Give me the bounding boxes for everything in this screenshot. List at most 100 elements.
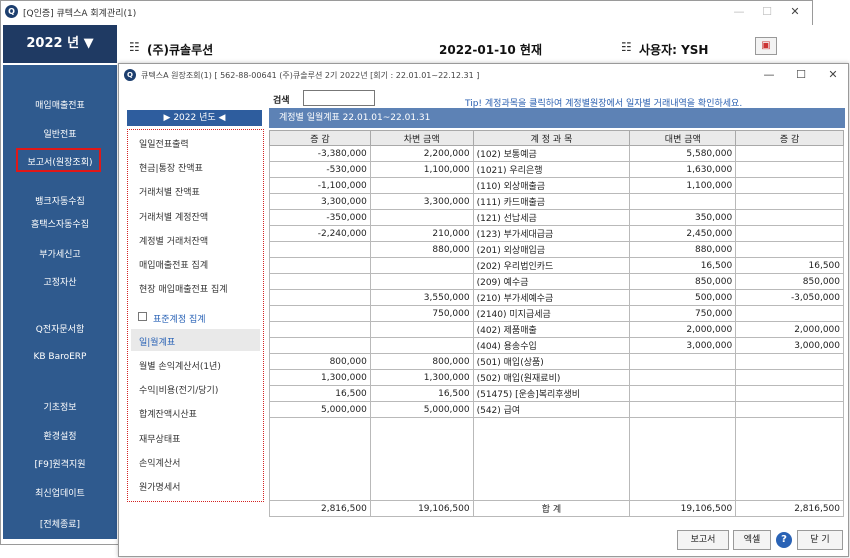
- year-selector[interactable]: 2022 년 ▼: [3, 25, 117, 63]
- table-row[interactable]: (404) 용송수입 3,000,000 3,000,000: [269, 337, 844, 354]
- sidebar-item-basic-info[interactable]: 기초정보: [3, 400, 117, 413]
- empty-cell: [629, 417, 737, 501]
- minimize-icon[interactable]: —: [729, 4, 749, 20]
- table-cell: [369, 209, 474, 226]
- table-row[interactable]: 5,000,000 5,000,000 (542) 급여: [269, 401, 844, 418]
- sidebar-item-hometax-collect[interactable]: 홈택스자동수집: [3, 217, 117, 230]
- close-icon[interactable]: ✕: [823, 67, 843, 83]
- menu-item-income-statement[interactable]: 손익계산서: [139, 456, 180, 469]
- table-row[interactable]: 3,550,000 (210) 부가세예수금 500,000 -3,050,000: [269, 289, 844, 306]
- table-cell[interactable]: (402) 제품매출: [472, 321, 631, 338]
- table-row[interactable]: 3,300,000 3,300,000 (111) 카드매출금: [269, 193, 844, 210]
- table-cell[interactable]: (121) 선납세금: [472, 209, 631, 226]
- menu-item-daily-slip[interactable]: 일일전표출력: [139, 137, 189, 150]
- table-cell[interactable]: (123) 부가세대급금: [472, 225, 631, 242]
- fiscal-year-nav[interactable]: ▶ 2022 년도 ◀: [127, 110, 262, 126]
- table-cell[interactable]: (51475) [운송]복리후생비: [472, 385, 631, 402]
- menu-item-account-vendor[interactable]: 계정별 거래처잔액: [139, 234, 208, 247]
- table-cell: 210,000: [369, 225, 474, 242]
- table-row[interactable]: 1,300,000 1,300,000 (502) 매입(원재료비): [269, 369, 844, 386]
- sidebar-item-update[interactable]: 최신업데이트: [3, 486, 117, 499]
- standard-account-checkbox[interactable]: [138, 312, 147, 321]
- menu-item-standard-account[interactable]: 표준계정 집계: [153, 312, 206, 325]
- table-cell: [369, 177, 474, 194]
- table-row[interactable]: -530,000 1,100,000 (1021) 우리은행 1,630,000: [269, 161, 844, 178]
- menu-item-balance-sheet[interactable]: 재무상태표: [139, 432, 180, 445]
- sidebar-item-kb-baroerp[interactable]: KB BaroERP: [3, 352, 117, 362]
- close-button[interactable]: 닫 기: [797, 530, 843, 550]
- menu-item-cash-balance[interactable]: 현금|통장 잔액표: [139, 161, 203, 174]
- excel-button[interactable]: 엑셀: [733, 530, 771, 550]
- table-cell[interactable]: (111) 카드매출금: [472, 193, 631, 210]
- table-cell: [629, 401, 737, 418]
- menu-item-vendor-account[interactable]: 거래처별 계정잔액: [139, 210, 208, 223]
- table-cell[interactable]: (209) 예수금: [472, 273, 631, 290]
- minimize-icon[interactable]: —: [759, 67, 779, 83]
- close-icon[interactable]: ✕: [785, 4, 805, 20]
- table-cell: [269, 257, 371, 274]
- table-cell: [369, 321, 474, 338]
- table-cell[interactable]: (210) 부가세예수금: [472, 289, 631, 306]
- sidebar-item-edocs[interactable]: Q전자문서함: [3, 322, 117, 335]
- menu-item-monthly-pl[interactable]: 월별 손익계산서(1년): [139, 359, 221, 372]
- menu-item-trial-balance[interactable]: 합계잔액시산표: [139, 407, 197, 420]
- search-input[interactable]: [303, 90, 375, 106]
- menu-item-revenue-cost[interactable]: 수익|비용(전기/당기): [139, 383, 218, 396]
- table-cell: 1,300,000: [269, 369, 371, 386]
- table-row[interactable]: 880,000 (201) 외상매입금 880,000: [269, 241, 844, 258]
- profile-card-icon[interactable]: ▣: [755, 37, 777, 55]
- maximize-icon[interactable]: ☐: [757, 4, 777, 20]
- menu-item-site-summary[interactable]: 현장 매입매출전표 집계: [139, 282, 228, 295]
- table-row[interactable]: 750,000 (2140) 미지급세금 750,000: [269, 305, 844, 322]
- table-row[interactable]: -3,380,000 2,200,000 (102) 보통예금 5,580,000: [269, 145, 844, 162]
- table-cell[interactable]: (201) 외상매입금: [472, 241, 631, 258]
- sidebar-item-bank-collect[interactable]: 뱅크자동수집: [3, 194, 117, 207]
- sidebar: 매입매출전표 일반전표 보고서(원장조회) 뱅크자동수집 홈택스자동수집 부가세…: [3, 65, 117, 539]
- table-cell: 16,500: [735, 257, 844, 274]
- table-cell[interactable]: (501) 매입(상품): [472, 353, 631, 370]
- table-row[interactable]: 800,000 800,000 (501) 매입(상품): [269, 353, 844, 370]
- table-row[interactable]: -350,000 (121) 선납세금 350,000: [269, 209, 844, 226]
- menu-item-cost-statement[interactable]: 원가명세서: [139, 480, 180, 493]
- table-cell: [629, 369, 737, 386]
- report-button[interactable]: 보고서: [677, 530, 729, 550]
- table-cell: -2,240,000: [269, 225, 371, 242]
- table-row[interactable]: -2,240,000 210,000 (123) 부가세대급금 2,450,000: [269, 225, 844, 242]
- table-cell: [269, 321, 371, 338]
- table-row[interactable]: (202) 우리법인카드 16,500 16,500: [269, 257, 844, 274]
- help-icon[interactable]: ?: [776, 532, 792, 548]
- table-cell: [269, 305, 371, 322]
- menu-item-slip-summary[interactable]: 매입매출전표 집계: [139, 258, 208, 271]
- table-cell: [735, 369, 844, 386]
- table-cell: [269, 289, 371, 306]
- table-cell[interactable]: (404) 용송수입: [472, 337, 631, 354]
- sidebar-item-fixed-assets[interactable]: 고정자산: [3, 275, 117, 288]
- table-row[interactable]: -1,100,000 (110) 외상매출금 1,100,000: [269, 177, 844, 194]
- table-row[interactable]: (402) 제품매출 2,000,000 2,000,000: [269, 321, 844, 338]
- maximize-icon[interactable]: ☐: [791, 67, 811, 83]
- table-cell: 5,000,000: [369, 401, 474, 418]
- sidebar-item-vat-report[interactable]: 부가세신고: [3, 247, 117, 260]
- table-cell: -3,380,000: [269, 145, 371, 162]
- menu-item-daily-monthly[interactable]: 일|월계표: [139, 335, 175, 348]
- menu-item-vendor-balance[interactable]: 거래처별 잔액표: [139, 185, 200, 198]
- table-cell[interactable]: (2140) 미지급세금: [472, 305, 631, 322]
- table-cell[interactable]: (542) 급여: [472, 401, 631, 418]
- table-cell: [735, 305, 844, 322]
- empty-cell: [735, 417, 844, 501]
- table-row[interactable]: (209) 예수금 850,000 850,000: [269, 273, 844, 290]
- sidebar-item-reports[interactable]: 보고서(원장조회): [3, 155, 117, 168]
- table-cell[interactable]: (202) 우리법인카드: [472, 257, 631, 274]
- sidebar-item-general-slip[interactable]: 일반전표: [3, 127, 117, 140]
- sidebar-item-remote-support[interactable]: [F9]원격지원: [3, 457, 117, 470]
- table-cell[interactable]: (1021) 우리은행: [472, 161, 631, 178]
- table-cell[interactable]: (102) 보통예금: [472, 145, 631, 162]
- sidebar-item-exit-all[interactable]: [전체종료]: [3, 517, 117, 530]
- table-cell[interactable]: (110) 외상매출금: [472, 177, 631, 194]
- table-cell: [735, 193, 844, 210]
- table-row[interactable]: 16,500 16,500 (51475) [운송]복리후생비: [269, 385, 844, 402]
- sidebar-item-settings[interactable]: 환경설정: [3, 429, 117, 442]
- table-cell: 5,000,000: [269, 401, 371, 418]
- table-cell[interactable]: (502) 매입(원재료비): [472, 369, 631, 386]
- sidebar-item-sales-purchase[interactable]: 매입매출전표: [3, 98, 117, 111]
